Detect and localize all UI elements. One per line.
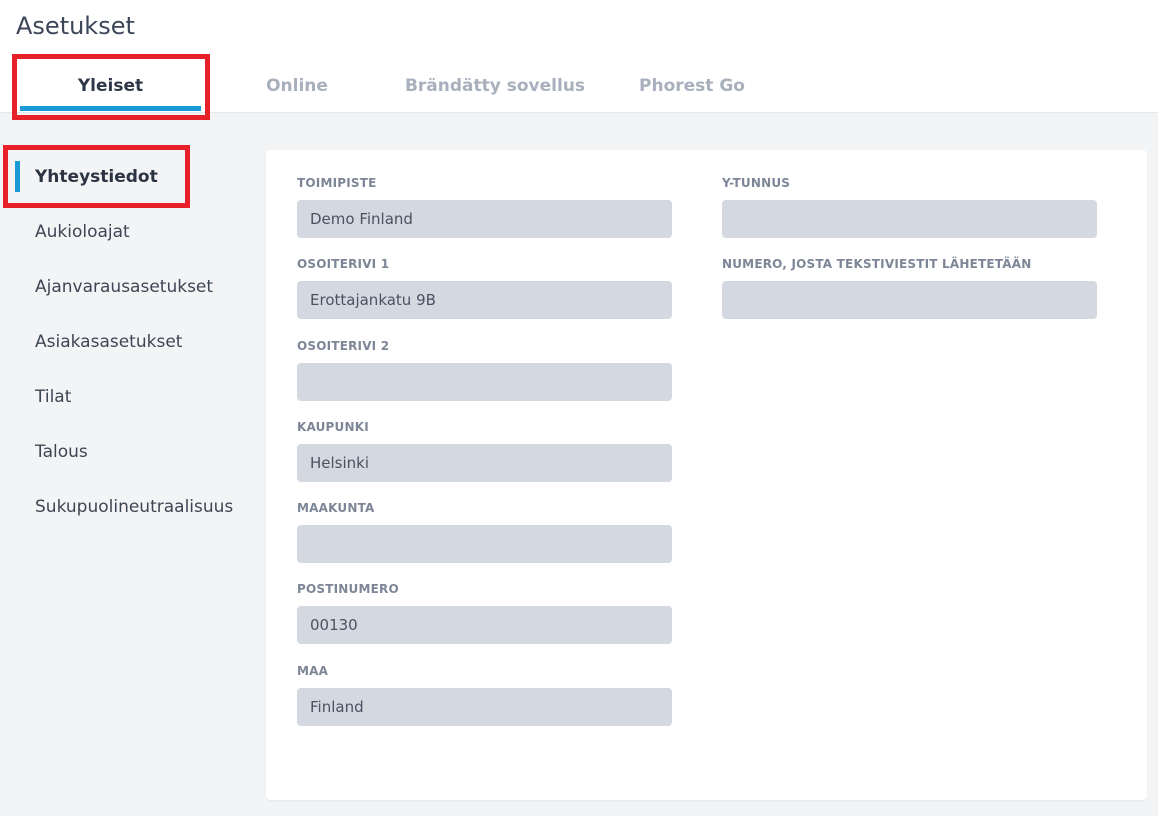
- sidebar-item-ajanvarausasetukset[interactable]: Ajanvarausasetukset: [35, 272, 213, 302]
- ytunnus-input[interactable]: [722, 200, 1097, 238]
- tab-online[interactable]: Online: [232, 62, 362, 110]
- osoiterivi1-label: OSOITERIVI 1: [297, 257, 390, 271]
- maakunta-input[interactable]: [297, 525, 672, 563]
- sidebar-item-yhteystiedot[interactable]: Yhteystiedot: [35, 162, 158, 192]
- sidebar-item-talous[interactable]: Talous: [35, 437, 88, 467]
- contact-info-card: TOIMIPISTE OSOITERIVI 1 OSOITERIVI 2 KAU…: [266, 150, 1147, 800]
- tab-yleiset[interactable]: Yleiset: [20, 62, 201, 110]
- sidebar-item-sukupuolineutraalisuus[interactable]: Sukupuolineutraalisuus: [35, 492, 233, 522]
- page-title: Asetukset: [16, 12, 135, 40]
- kaupunki-label: KAUPUNKI: [297, 420, 369, 434]
- maa-label: MAA: [297, 664, 329, 678]
- sidebar-active-indicator: [15, 161, 20, 192]
- settings-header: Asetukset Yleiset Online Brändätty sovel…: [0, 0, 1158, 113]
- sidebar-item-aukioloajat[interactable]: Aukioloajat: [35, 217, 130, 247]
- osoiterivi1-input[interactable]: [297, 281, 672, 319]
- maakunta-label: MAAKUNTA: [297, 501, 375, 515]
- sidebar-item-tilat[interactable]: Tilat: [35, 382, 71, 412]
- kaupunki-input[interactable]: [297, 444, 672, 482]
- postinumero-label: POSTINUMERO: [297, 582, 399, 596]
- tab-phorest-go[interactable]: Phorest Go: [622, 62, 762, 110]
- maa-input[interactable]: [297, 688, 672, 726]
- sms-numero-label: NUMERO, JOSTA TEKSTIVIESTIT LÄHETETÄÄN: [722, 257, 1032, 271]
- active-tab-indicator: [20, 106, 201, 111]
- osoiterivi2-input[interactable]: [297, 363, 672, 401]
- sms-numero-input[interactable]: [722, 281, 1097, 319]
- toimipiste-label: TOIMIPISTE: [297, 176, 377, 190]
- postinumero-input[interactable]: [297, 606, 672, 644]
- ytunnus-label: Y-TUNNUS: [722, 176, 791, 190]
- tab-brandatty-sovellus[interactable]: Brändätty sovellus: [395, 62, 595, 110]
- sidebar-item-asiakasasetukset[interactable]: Asiakasasetukset: [35, 327, 182, 357]
- osoiterivi2-label: OSOITERIVI 2: [297, 339, 390, 353]
- toimipiste-input[interactable]: [297, 200, 672, 238]
